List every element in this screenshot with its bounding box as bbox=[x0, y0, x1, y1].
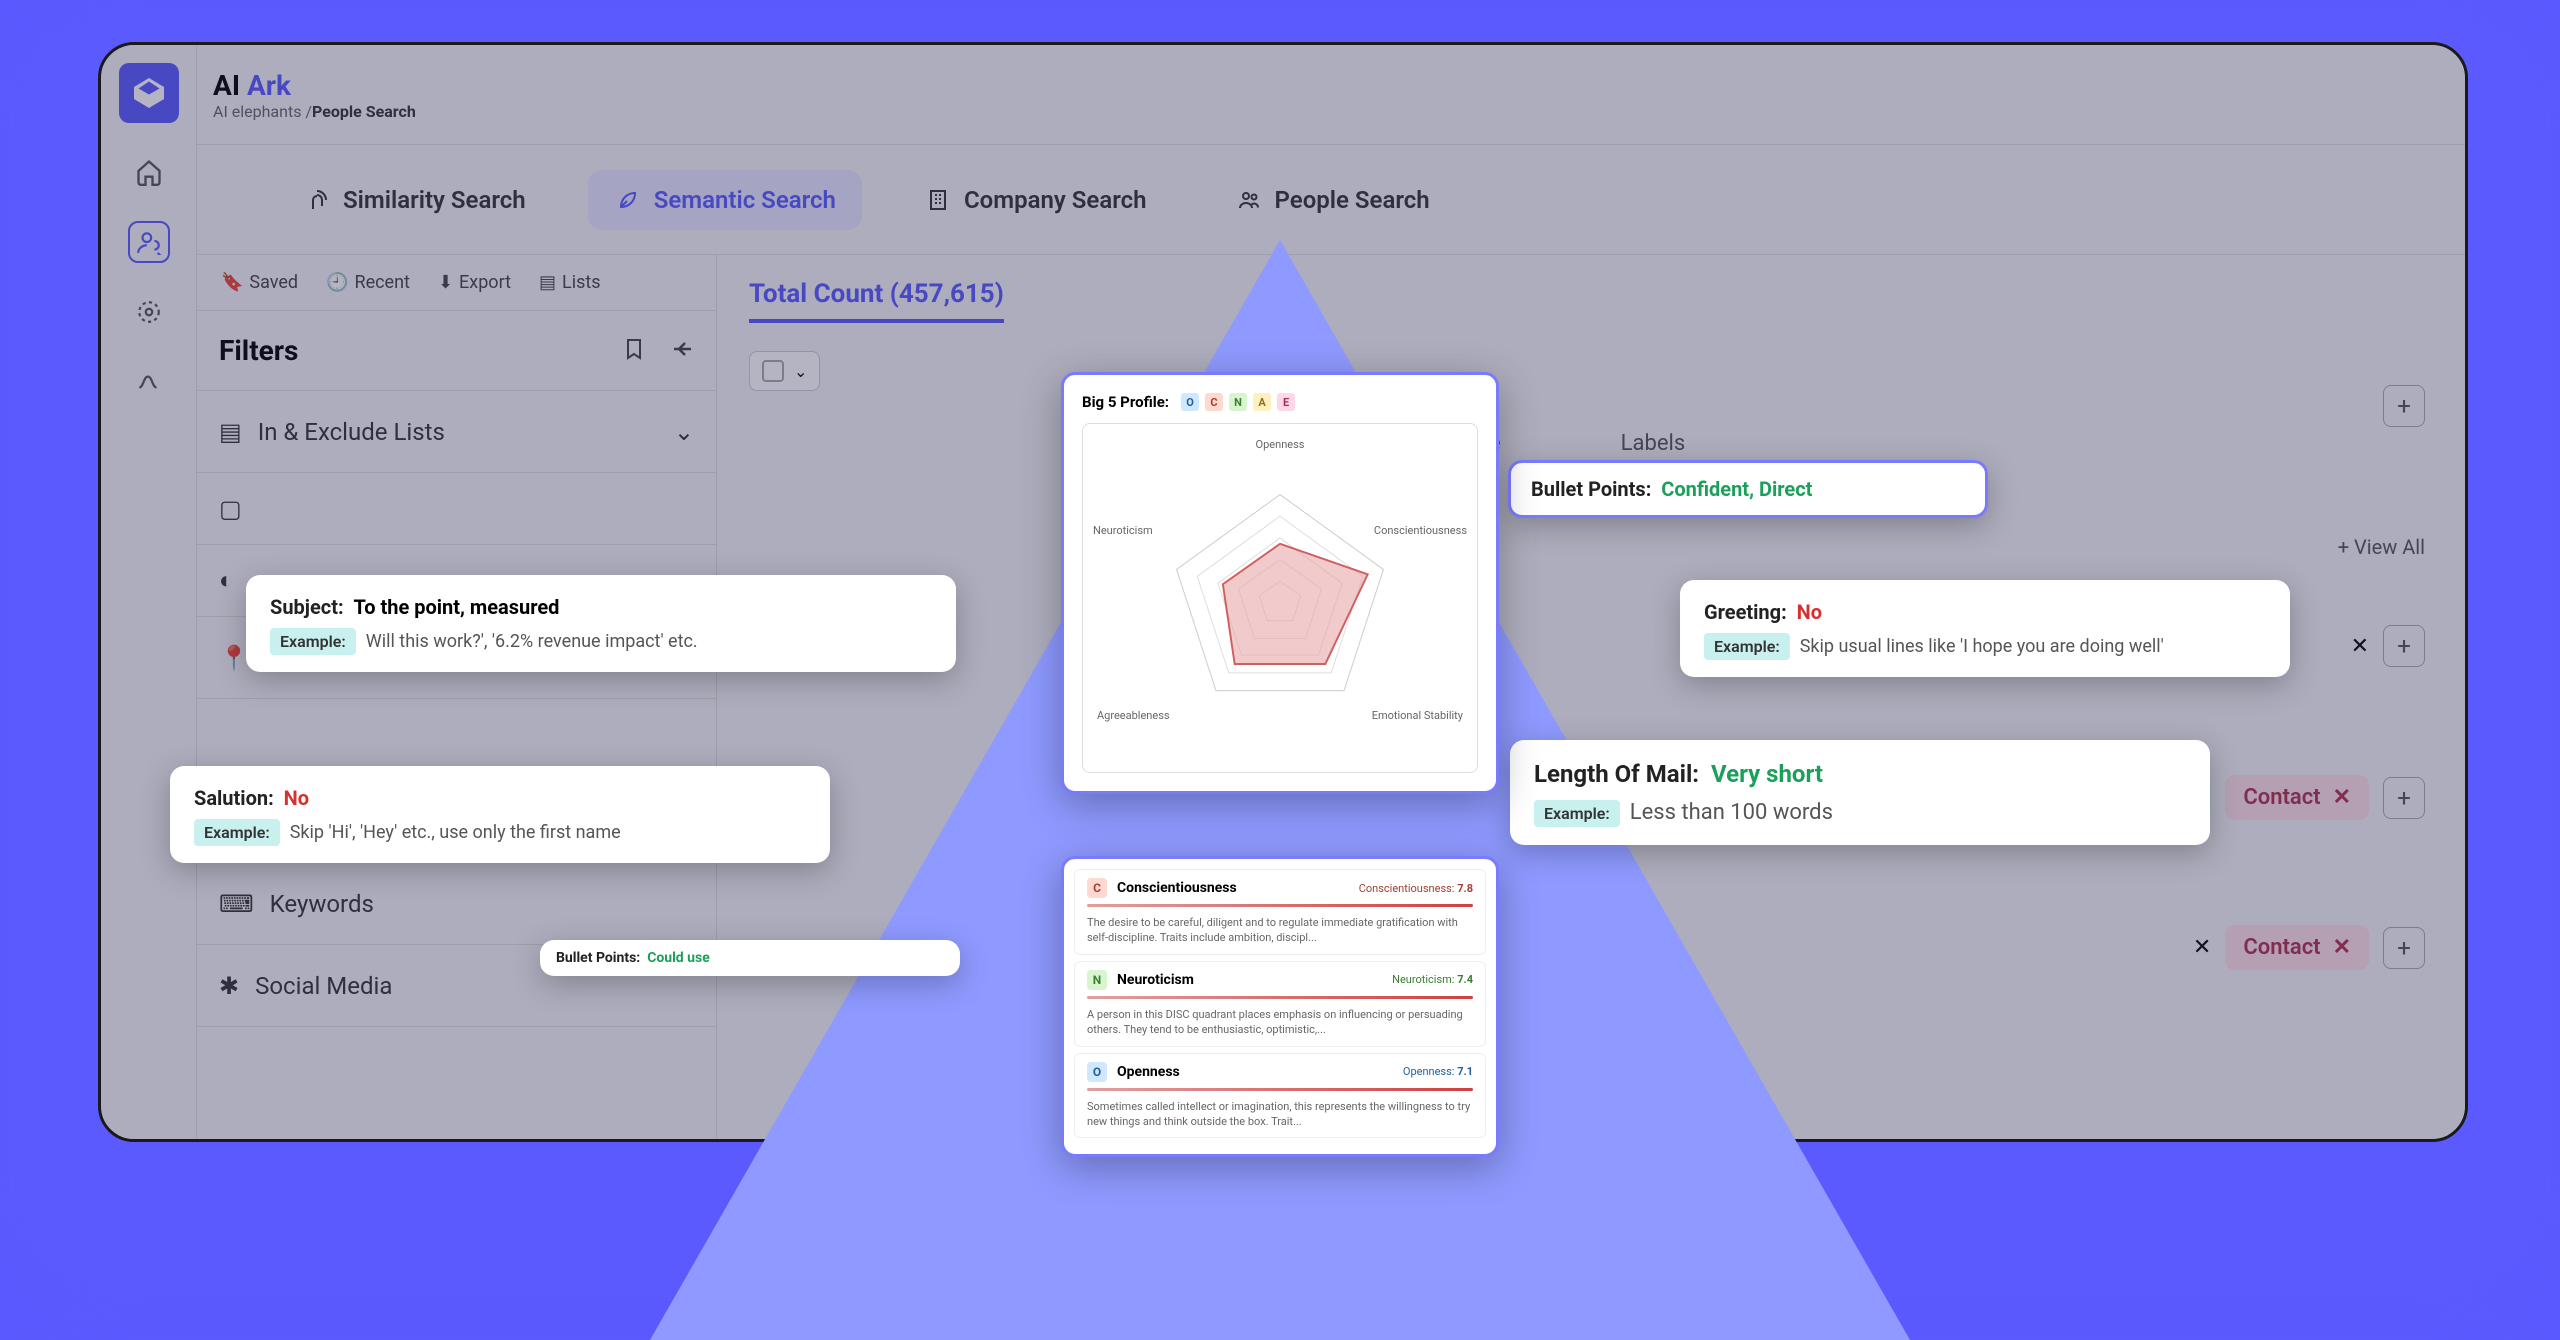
close-icon[interactable]: ✕ bbox=[2351, 634, 2369, 659]
trait-name: Openness bbox=[1117, 1064, 1180, 1080]
ocnae-badges: O C N A E bbox=[1181, 393, 1295, 411]
bookmark-icon: 🔖 bbox=[221, 272, 243, 293]
path-icon[interactable] bbox=[128, 361, 170, 403]
header: AI Ark AI elephants /People Search bbox=[197, 45, 2465, 145]
filter-row[interactable]: ▢ bbox=[197, 473, 716, 545]
tag-contact[interactable]: Contact✕ bbox=[2225, 775, 2369, 820]
traits-card: C Conscientiousness Conscientiousness: 7… bbox=[1061, 856, 1499, 1157]
people-icon bbox=[1235, 186, 1263, 214]
trait-badge: O bbox=[1087, 1062, 1107, 1082]
keyboard-icon: ⌨ bbox=[219, 890, 254, 918]
card-subject: Subject: To the point, measured Example:… bbox=[246, 575, 956, 672]
list-icon: ▤ bbox=[539, 272, 556, 293]
tab-semantic[interactable]: Semantic Search bbox=[588, 170, 862, 230]
tabs: Similarity Search Semantic Search Compan… bbox=[197, 145, 2465, 255]
tag-contact[interactable]: Contact✕ bbox=[2225, 925, 2369, 970]
trait-name: Conscientiousness bbox=[1117, 880, 1237, 896]
trait-row: O Openness Openness: 7.1 Sometimes calle… bbox=[1074, 1053, 1486, 1139]
trait-row: C Conscientiousness Conscientiousness: 7… bbox=[1074, 869, 1486, 955]
home-icon[interactable] bbox=[128, 151, 170, 193]
big5-title: Big 5 Profile: bbox=[1082, 393, 1169, 411]
building-icon bbox=[924, 186, 952, 214]
generic-icon: ◐ bbox=[219, 566, 234, 595]
tab-similarity[interactable]: Similarity Search bbox=[277, 170, 552, 230]
card-bullets-big: Bullet Points: Confident, Direct bbox=[1508, 460, 1988, 518]
big5-card: Big 5 Profile: O C N A E Openness Consci… bbox=[1061, 372, 1499, 794]
fingerprint-icon bbox=[303, 186, 331, 214]
close-icon[interactable]: ✕ bbox=[2333, 785, 2351, 810]
list-icon: ▤ bbox=[219, 418, 242, 446]
trait-desc: A person in this DISC quadrant places em… bbox=[1087, 1007, 1473, 1038]
add-button[interactable]: + bbox=[2383, 385, 2425, 427]
tab-label: Semantic Search bbox=[654, 186, 836, 214]
trait-badge: C bbox=[1087, 878, 1107, 898]
trait-desc: The desire to be careful, diligent and t… bbox=[1087, 915, 1473, 946]
location-icon: 📍 bbox=[219, 644, 249, 672]
lists-button[interactable]: ▤Lists bbox=[539, 272, 601, 293]
view-all-link[interactable]: + View All bbox=[2338, 535, 2425, 559]
brand-title: AI Ark bbox=[213, 69, 416, 102]
filters-title: Filters bbox=[219, 334, 298, 367]
settings-icon[interactable] bbox=[128, 291, 170, 333]
saved-button[interactable]: 🔖Saved bbox=[221, 272, 298, 293]
add-button[interactable]: + bbox=[2383, 927, 2425, 969]
close-icon[interactable]: ✕ bbox=[2193, 935, 2211, 960]
radar-chart: Openness Conscientiousness Emotional Sta… bbox=[1082, 423, 1478, 773]
filter-include-exclude[interactable]: ▤In & Exclude Lists ⌄ bbox=[197, 391, 716, 473]
clock-icon: 🕘 bbox=[326, 272, 348, 293]
logo bbox=[119, 63, 179, 123]
network-icon: ✱ bbox=[219, 972, 239, 1000]
download-icon: ⬇ bbox=[438, 272, 453, 293]
sidebar bbox=[101, 45, 197, 1139]
close-icon[interactable]: ✕ bbox=[2333, 935, 2351, 960]
filter-panel: 🔖Saved 🕘Recent ⬇Export ▤Lists Filters ▤I… bbox=[197, 255, 717, 1139]
export-button[interactable]: ⬇Export bbox=[438, 272, 511, 293]
card-salution: Salution: No Example:Skip 'Hi', 'Hey' et… bbox=[170, 766, 830, 863]
bookmark-icon[interactable] bbox=[622, 337, 646, 365]
tab-people[interactable]: People Search bbox=[1209, 170, 1456, 230]
tab-label: Similarity Search bbox=[343, 186, 526, 214]
leaf-icon bbox=[614, 186, 642, 214]
trait-badge: N bbox=[1087, 970, 1107, 990]
people-search-icon[interactable] bbox=[128, 221, 170, 263]
breadcrumb: AI elephants /People Search bbox=[213, 102, 416, 121]
generic-icon: ▢ bbox=[219, 495, 242, 523]
tab-company[interactable]: Company Search bbox=[898, 170, 1173, 230]
card-length: Length Of Mail: Very short Example:Less … bbox=[1510, 740, 2210, 845]
trait-score: Openness: 7.1 bbox=[1403, 1065, 1473, 1078]
trait-name: Neuroticism bbox=[1117, 972, 1194, 988]
trait-row: N Neuroticism Neuroticism: 7.4 A person … bbox=[1074, 961, 1486, 1047]
card-greeting: Greeting: No Example:Skip usual lines li… bbox=[1680, 580, 2290, 677]
filter-keywords[interactable]: ⌨Keywords bbox=[197, 863, 716, 945]
trait-desc: Sometimes called intellect or imaginatio… bbox=[1087, 1099, 1473, 1130]
add-button[interactable]: + bbox=[2383, 777, 2425, 819]
recent-button[interactable]: 🕘Recent bbox=[326, 272, 410, 293]
trait-score: Conscientiousness: 7.8 bbox=[1359, 882, 1473, 895]
card-bullets-small: Bullet Points: Could use bbox=[540, 940, 960, 976]
tab-label: People Search bbox=[1275, 186, 1430, 214]
tab-label: Company Search bbox=[964, 186, 1147, 214]
trait-score: Neuroticism: 7.4 bbox=[1392, 973, 1473, 986]
add-button[interactable]: + bbox=[2383, 625, 2425, 667]
